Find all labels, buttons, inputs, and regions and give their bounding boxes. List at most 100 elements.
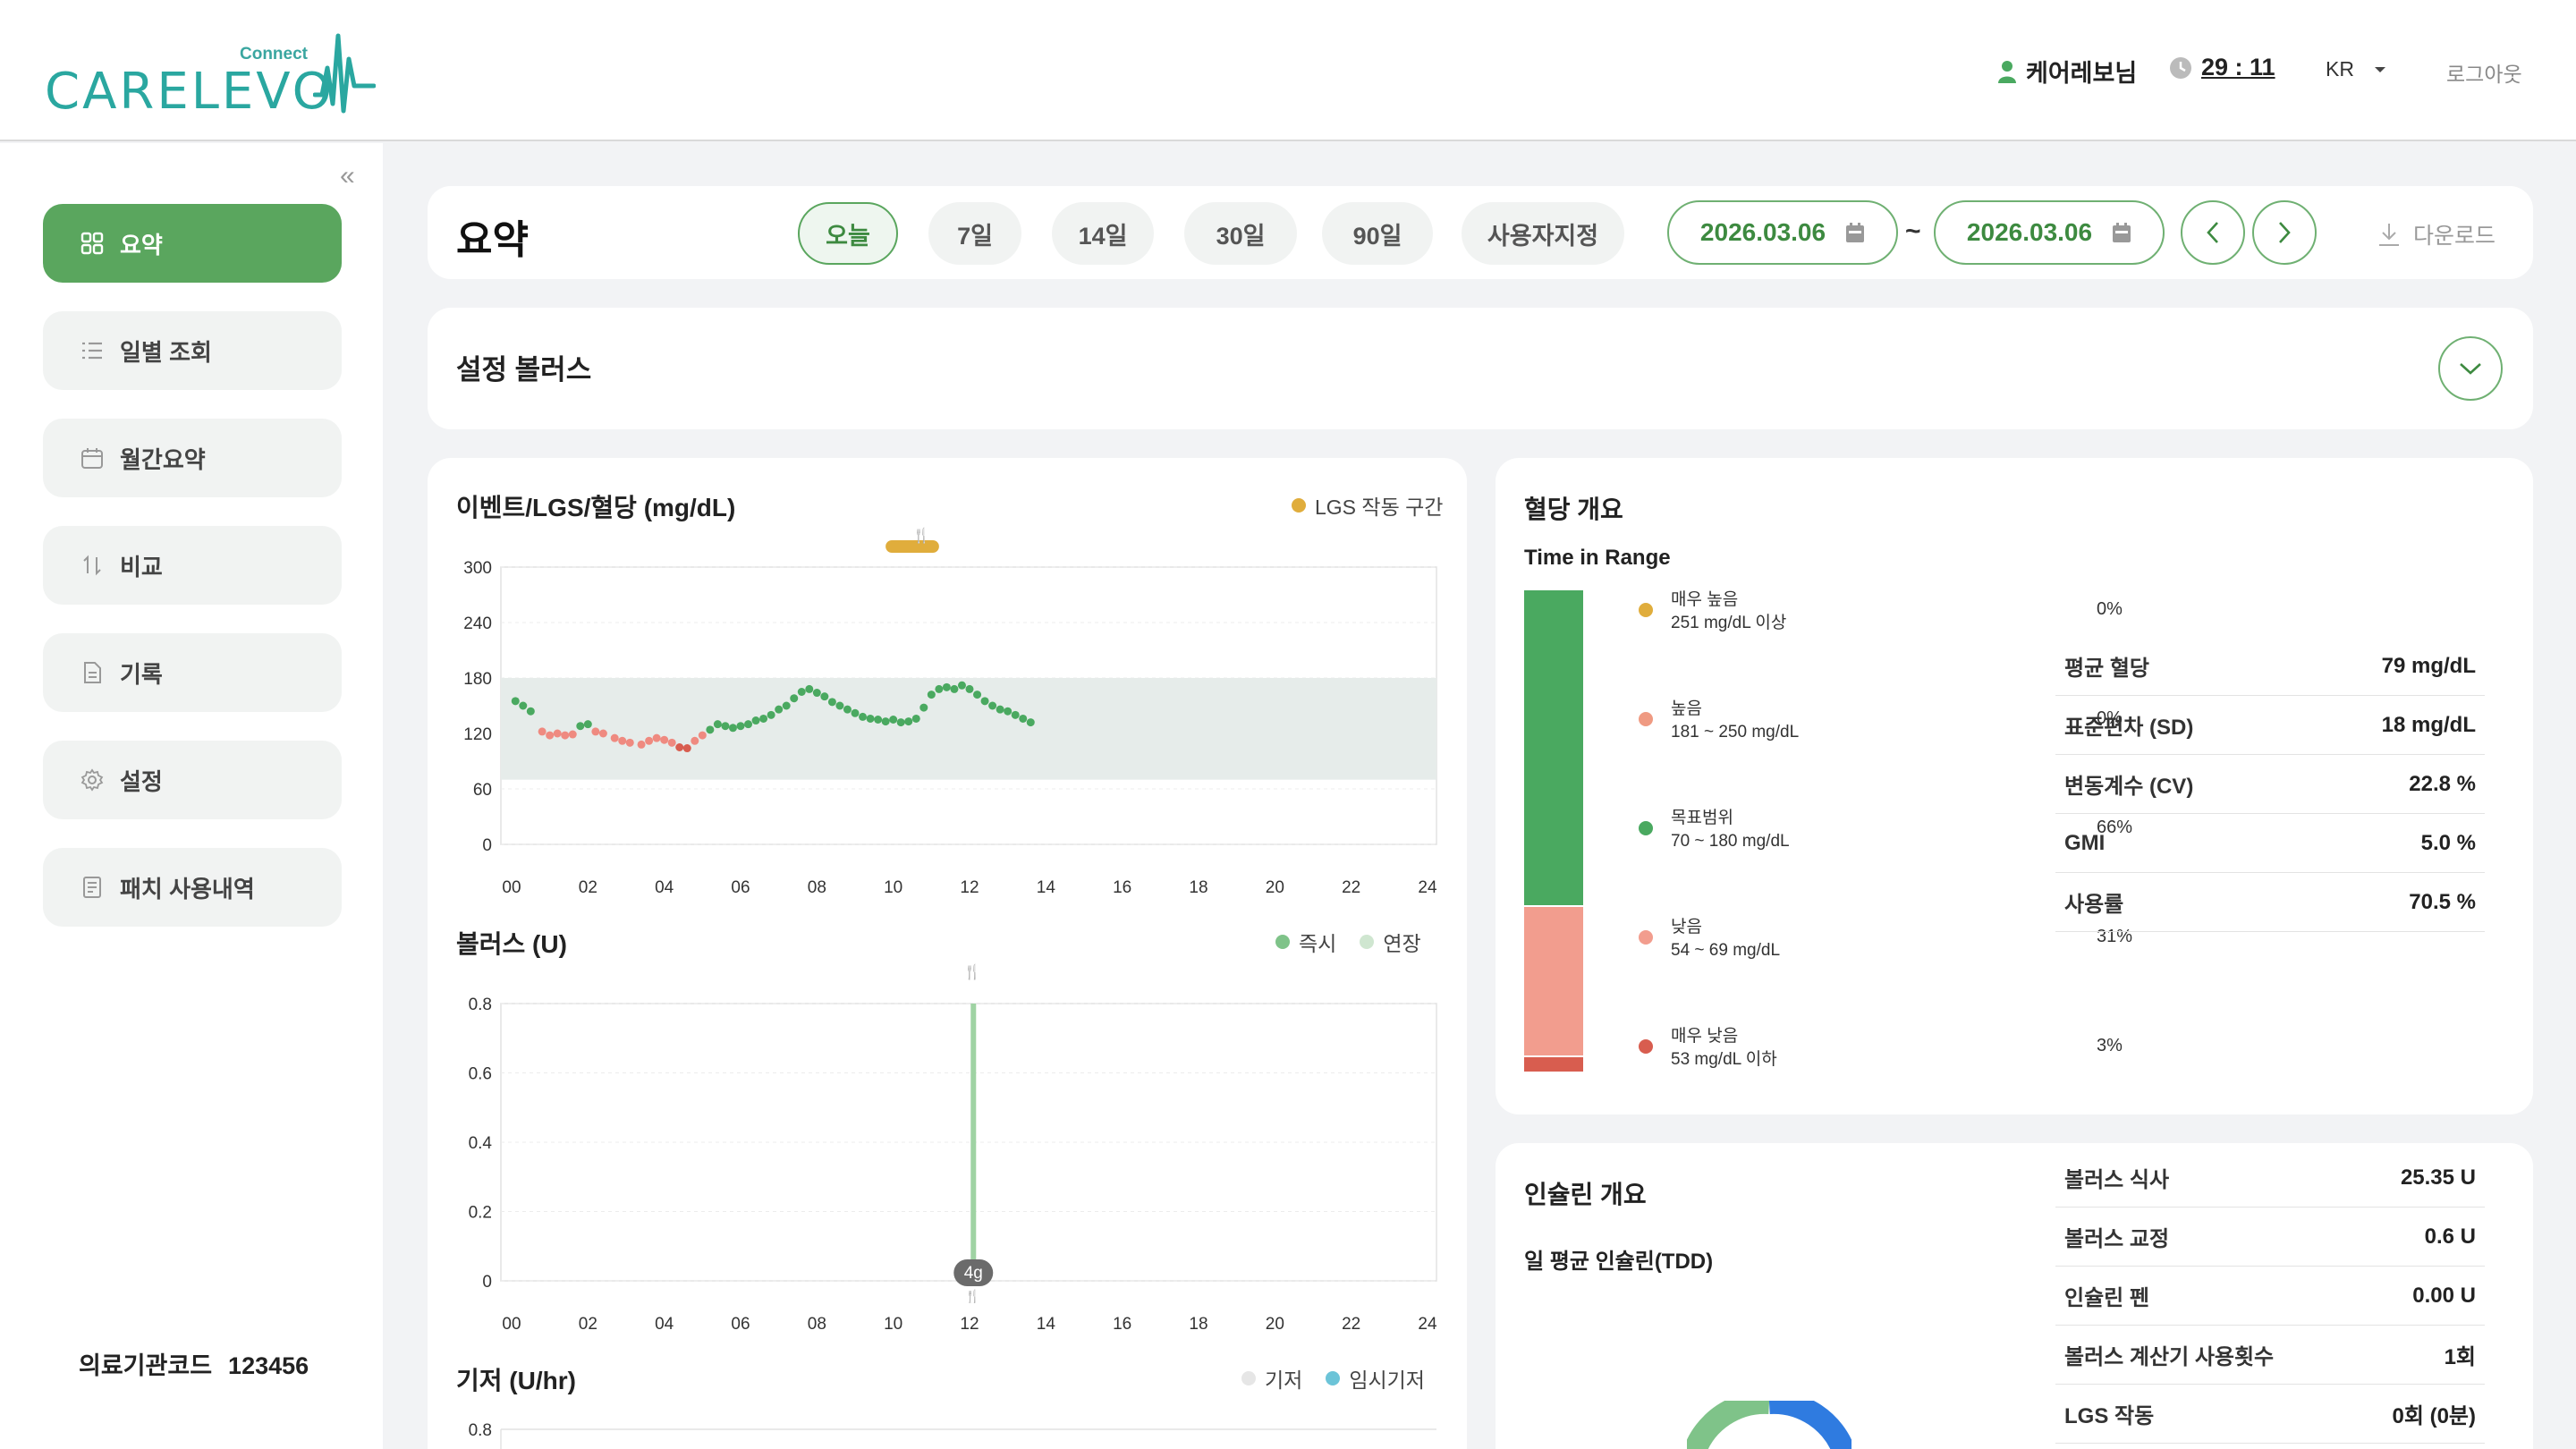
document-icon [80, 661, 104, 684]
glucose-point [973, 691, 982, 699]
glucose-x-tick: 06 [731, 878, 750, 897]
range-90d-button[interactable]: 90일 [1322, 202, 1433, 265]
bolus-x-tick: 00 [502, 1315, 521, 1334]
chevron-down-icon [2374, 66, 2385, 72]
sidebar-item-compare[interactable]: 비교 [43, 526, 342, 605]
glucose-point [1004, 707, 1013, 716]
sidebar-item-summary[interactable]: 요약 [43, 204, 342, 283]
glucose-x-tick: 14 [1037, 878, 1056, 897]
range-today-button[interactable]: 오늘 [798, 202, 898, 265]
end-date-picker[interactable]: 2026.03.06 [1934, 200, 2165, 265]
insulin-overview-title: 인슐린 개요 [1524, 1181, 1647, 1208]
tir-dot [1639, 930, 1653, 945]
calendar-icon [2113, 223, 2131, 242]
chevron-down-icon [2460, 363, 2481, 375]
charts-canvas: 30024018012060000 02 04 06 08 10 12 14 16 18 20 22 2… [463, 527, 1437, 1449]
glucose-point [583, 720, 592, 729]
bolus-settings-panel: 설정 볼러스 [428, 308, 2533, 429]
bolus-x-tick: 20 [1266, 1315, 1284, 1334]
next-date-button[interactable] [2252, 200, 2317, 265]
glucose-y-tick: 120 [463, 725, 492, 744]
tdd-donut-bolus-arc [1687, 1401, 1770, 1449]
carelevo-logo[interactable]: Connect CARELEVO [45, 32, 376, 121]
tir-label: 매우 낮음 53 mg/dL 이하 [1671, 1025, 1777, 1072]
glucose-point [591, 727, 600, 736]
bolus-bar [970, 1004, 977, 1274]
range-7d-button[interactable]: 7일 [928, 202, 1021, 265]
logout-button[interactable]: 로그아웃 [2446, 57, 2522, 88]
glucose-point [927, 691, 936, 699]
range-30d-button[interactable]: 30일 [1184, 202, 1297, 265]
meal-event-icon: 🍴 [912, 527, 930, 544]
glucose-point [889, 716, 898, 724]
stat-label: 볼러스 계산기 사용횟수 [2064, 1345, 2275, 1369]
list-icon [80, 339, 104, 362]
sidebar-item-patch-history[interactable]: 패치 사용내역 [43, 848, 342, 927]
bolus-meal-icon: 🍴 [963, 963, 981, 980]
sidebar-item-label: 기록 [120, 660, 163, 688]
range-custom-button[interactable]: 사용자지정 [1462, 202, 1624, 265]
glucose-point [950, 684, 959, 693]
range-14d-button[interactable]: 14일 [1052, 202, 1154, 265]
session-timer[interactable]: 29 : 11 [2169, 54, 2275, 81]
stat-label: 인슐린 펜 [2064, 1286, 2149, 1310]
bolus-x-tick: 24 [1418, 1315, 1437, 1334]
glucose-point [942, 682, 951, 691]
tir-segment [1524, 905, 1583, 1055]
glucose-stat-row: GMI 5.0 % [2055, 814, 2485, 873]
glucose-point [935, 684, 944, 693]
glucose-point [820, 692, 829, 701]
glucose-point [775, 705, 784, 714]
user-icon [1998, 60, 2016, 83]
download-button[interactable]: 다운로드 [2377, 218, 2496, 250]
bolus-x-tick: 10 [884, 1315, 902, 1334]
tir-label: 낮음 54 ~ 69 mg/dL [1671, 916, 1780, 962]
glucose-point [721, 722, 730, 731]
glucose-point [874, 716, 883, 724]
sidebar-item-label: 설정 [120, 767, 163, 795]
insulin-stat-row: 볼러스 계산기 사용횟수 1회 [2055, 1326, 2485, 1385]
date-range-separator: ~ [1905, 216, 1921, 246]
previous-date-button[interactable] [2181, 200, 2245, 265]
expand-bolus-settings-button[interactable] [2438, 336, 2503, 401]
tir-row: 목표범위 70 ~ 180 mg/dL 66% [1639, 807, 2132, 853]
glucose-y-tick: 0 [482, 836, 492, 855]
stat-value: 1회 [2444, 1345, 2476, 1369]
tir-band-range: 70 ~ 180 mg/dL [1671, 832, 1790, 851]
user-menu[interactable]: 케어레보님 [1997, 54, 2137, 89]
sidebar-item-daily[interactable]: 일별 조회 [43, 311, 342, 390]
language-select[interactable]: KR [2326, 57, 2386, 81]
bolus-x-tick: 02 [579, 1315, 597, 1334]
tir-dot [1639, 1039, 1653, 1054]
bolus-x-tick: 18 [1189, 1315, 1208, 1334]
glucose-point [519, 701, 528, 710]
collapse-sidebar-icon[interactable]: « [340, 161, 355, 191]
stat-label: 평균 혈당 [2064, 657, 2149, 681]
glucose-point [637, 740, 646, 749]
chevron-left-icon [2207, 222, 2218, 243]
bolus-x-tick: 08 [808, 1315, 826, 1334]
bolus-x-tick: 22 [1342, 1315, 1360, 1334]
bolus-y-tick: 0.8 [469, 996, 492, 1014]
stat-label: 사용률 [2064, 893, 2124, 917]
org-code: 의료기관코드 123456 [79, 1346, 309, 1381]
tir-band-name: 높음 [1671, 699, 1702, 718]
logo-pulse-icon [313, 33, 376, 114]
time-in-range-title: Time in Range [1524, 546, 1671, 570]
start-date-picker[interactable]: 2026.03.06 [1667, 200, 1898, 265]
glucose-point [911, 714, 920, 723]
glucose-overview-panel: 혈당 개요 Time in Range 매우 높음 251 mg/dL 이상 0% 높… [1496, 458, 2533, 1114]
tir-dot [1639, 821, 1653, 835]
bolus-y-tick: 0.2 [469, 1204, 492, 1223]
org-code-label: 의료기관코드 [79, 1352, 213, 1379]
sidebar-item-settings[interactable]: 설정 [43, 741, 342, 819]
bolus-x-tick: 04 [655, 1315, 674, 1334]
timer-value: 29 : 11 [2201, 54, 2275, 80]
bolus-x-tick: 06 [731, 1315, 750, 1334]
stat-value: 70.5 % [2409, 889, 2476, 914]
sidebar-item-records[interactable]: 기록 [43, 633, 342, 712]
sidebar: « 요약 일별 조회 월간요약 비교 기록 설정 패치 사용내역 의료기관코드 … [0, 143, 383, 1449]
sidebar-item-monthly[interactable]: 월간요약 [43, 419, 342, 497]
glucose-point [996, 705, 1004, 714]
sidebar-item-label: 요약 [120, 231, 163, 258]
